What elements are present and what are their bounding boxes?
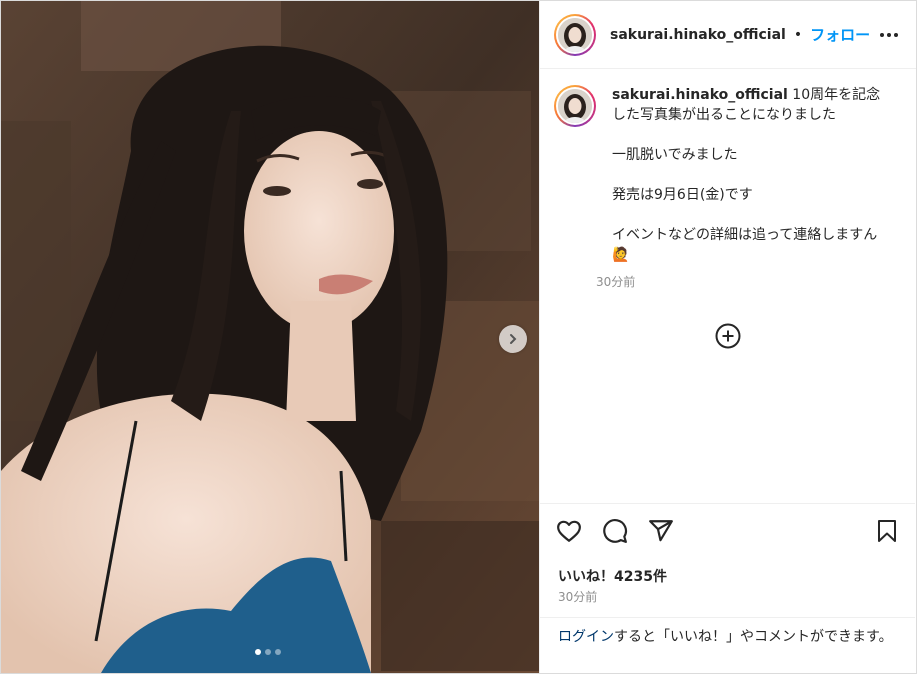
heart-icon (557, 520, 581, 542)
avatar[interactable] (554, 13, 596, 56)
post-photo (1, 1, 539, 673)
post-header: sakurai.hinako_official • フォロー (540, 1, 916, 69)
chevron-right-icon (510, 334, 517, 344)
login-link[interactable]: ログイン (558, 629, 614, 645)
comment-button[interactable] (602, 518, 628, 548)
bookmark-icon (878, 520, 896, 542)
share-icon (649, 520, 673, 542)
caption-body: 10周年を記念した写真集が出ることになりました 一肌脱いでみました 発売は9月6… (612, 87, 881, 263)
header-username[interactable]: sakurai.hinako_official (610, 27, 786, 43)
carousel-indicator (255, 649, 281, 655)
caption-avatar[interactable] (554, 85, 596, 127)
more-options-button[interactable] (880, 32, 898, 37)
caption-section: sakurai.hinako_official 10周年を記念した写真集が出るこ… (540, 69, 916, 290)
caption-timestamp: 30分前 (596, 275, 636, 289)
save-button[interactable] (875, 518, 899, 548)
next-slide-button[interactable] (499, 325, 527, 353)
follow-button[interactable]: フォロー (810, 24, 870, 45)
profile-image (558, 89, 592, 123)
login-prompt-text: すると「いいね！」やコメントができます。 (614, 629, 893, 645)
carousel-dot (265, 649, 271, 655)
load-more-comments-button[interactable] (715, 323, 741, 349)
more-icon (880, 32, 884, 37)
like-button[interactable] (556, 518, 582, 548)
profile-image (558, 17, 592, 52)
comment-icon (603, 519, 628, 543)
plus-circle-icon (715, 323, 741, 349)
likes-count[interactable]: いいね！4235件 (558, 566, 667, 586)
carousel-dot (255, 649, 261, 655)
separator-dot: • (793, 26, 803, 43)
share-button[interactable] (648, 518, 674, 548)
carousel-dot (275, 649, 281, 655)
instagram-post: sakurai.hinako_official • フォロー sakurai.h… (0, 0, 917, 674)
caption-username[interactable]: sakurai.hinako_official (612, 87, 788, 103)
action-bar (540, 503, 915, 561)
caption-text: sakurai.hinako_official 10周年を記念した写真集が出るこ… (612, 85, 884, 265)
post-timestamp: 30分前 (558, 590, 598, 604)
post-media[interactable] (1, 1, 539, 673)
post-side-panel: sakurai.hinako_official • フォロー sakurai.h… (539, 1, 916, 673)
login-prompt: ログインすると「いいね！」やコメントができます。 (540, 617, 915, 673)
